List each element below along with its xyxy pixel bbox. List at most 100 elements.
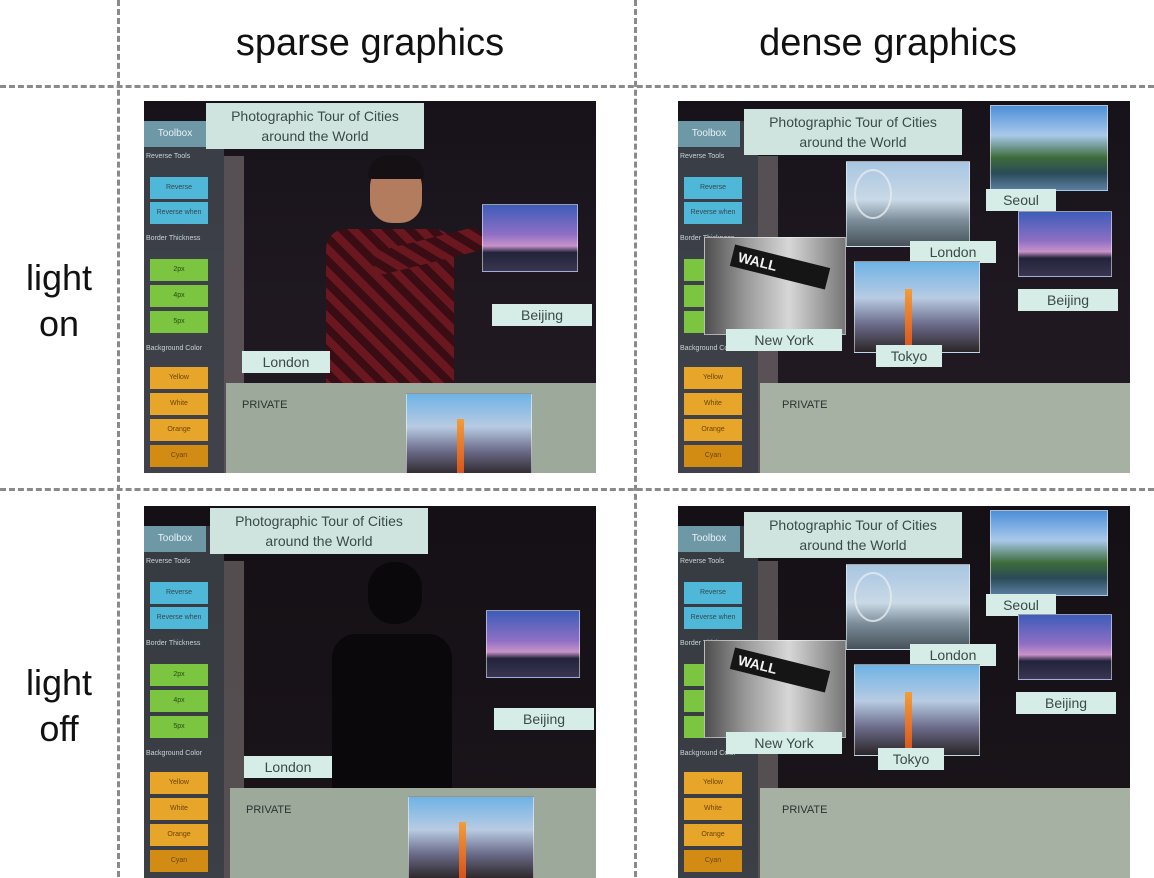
photo-beijing[interactable] — [486, 610, 580, 678]
toolbox-title: Toolbox — [678, 121, 740, 147]
color-orange-button[interactable]: Orange — [684, 824, 742, 846]
title-card[interactable]: Photographic Tour of Cities around the W… — [744, 512, 962, 558]
section-reverse-tools: Reverse Tools — [680, 558, 725, 565]
thickness-2px-button[interactable]: 2px — [150, 664, 208, 686]
photo-new-york[interactable]: WALL — [704, 237, 846, 335]
photo-london[interactable] — [846, 564, 970, 650]
label-beijing[interactable]: Beijing — [492, 304, 592, 326]
photo-beijing[interactable] — [1018, 614, 1112, 680]
section-background-color: Background Color — [146, 345, 203, 352]
reverse-when-side-button[interactable]: Reverse when side — [684, 202, 742, 238]
section-reverse-tools: Reverse Tools — [146, 153, 191, 160]
column-header-dense: dense graphics — [759, 22, 1017, 64]
color-orange-button[interactable]: Orange — [150, 419, 208, 441]
wall-street-sign: WALL — [729, 244, 831, 290]
photo-beijing[interactable] — [1018, 211, 1112, 277]
color-white-button[interactable]: White — [150, 393, 208, 415]
label-tokyo[interactable]: Tokyo — [878, 748, 944, 770]
color-yellow-button[interactable]: Yellow — [150, 772, 208, 794]
private-area[interactable] — [760, 383, 1130, 473]
color-orange-button[interactable]: Orange — [150, 824, 208, 846]
reverse-when-side-button[interactable]: Reverse when side — [150, 202, 208, 238]
person-silhouette-head — [368, 562, 422, 624]
photo-seoul[interactable] — [990, 510, 1108, 596]
photo-tokyo[interactable] — [406, 393, 532, 473]
color-white-button[interactable]: White — [150, 798, 208, 820]
reverse-button[interactable]: Reverse — [150, 177, 208, 199]
panel-sparse-light-off: Toolbox Reverse Tools Reverse Reverse wh… — [144, 506, 596, 878]
label-new-york[interactable]: New York — [726, 329, 842, 351]
person-silhouette — [332, 634, 452, 794]
thickness-5px-button[interactable]: 5px — [150, 716, 208, 738]
private-label: PRIVATE — [246, 804, 292, 816]
title-line1: Photographic Tour of Cities — [769, 114, 937, 130]
photo-seoul[interactable] — [990, 105, 1108, 191]
color-cyan-button[interactable]: Cyan — [150, 850, 208, 872]
color-white-button[interactable]: White — [684, 393, 742, 415]
toolbox-title: Toolbox — [144, 526, 206, 552]
title-line2: around the World — [261, 128, 369, 144]
reverse-when-side-button[interactable]: Reverse when side — [684, 607, 742, 643]
panel-dense-light-off: Toolbox Reverse Tools Reverse Reverse wh… — [678, 506, 1130, 878]
private-area[interactable] — [760, 788, 1130, 878]
color-yellow-button[interactable]: Yellow — [684, 772, 742, 794]
wall-street-sign: WALL — [729, 647, 831, 693]
title-line2: around the World — [799, 537, 907, 553]
section-border-thickness: Border Thickness — [146, 640, 201, 647]
color-yellow-button[interactable]: Yellow — [684, 367, 742, 389]
reverse-button[interactable]: Reverse — [684, 582, 742, 604]
thickness-4px-button[interactable]: 4px — [150, 690, 208, 712]
color-cyan-button[interactable]: Cyan — [150, 445, 208, 467]
label-london[interactable]: London — [910, 644, 996, 666]
label-beijing[interactable]: Beijing — [1016, 692, 1116, 714]
label-new-york[interactable]: New York — [726, 732, 842, 754]
private-label: PRIVATE — [242, 399, 288, 411]
color-yellow-button[interactable]: Yellow — [150, 367, 208, 389]
thickness-5px-button[interactable]: 5px — [150, 311, 208, 333]
photo-tokyo[interactable] — [854, 261, 980, 353]
label-seoul[interactable]: Seoul — [986, 189, 1056, 211]
label-beijing[interactable]: Beijing — [494, 708, 594, 730]
reverse-button[interactable]: Reverse — [684, 177, 742, 199]
grid-divider-vertical-middle — [634, 0, 637, 877]
title-card[interactable]: Photographic Tour of Cities around the W… — [210, 508, 428, 554]
toolbox-title: Toolbox — [678, 526, 740, 552]
section-background-color: Background Color — [146, 750, 203, 757]
label-london[interactable]: London — [244, 756, 332, 778]
photo-london[interactable] — [846, 161, 970, 247]
row-header-light-on: light on — [0, 255, 118, 347]
photo-tokyo[interactable] — [854, 664, 980, 756]
section-border-thickness: Border Thickness — [146, 235, 201, 242]
thickness-4px-button[interactable]: 4px — [150, 285, 208, 307]
private-label: PRIVATE — [782, 399, 828, 411]
title-card[interactable]: Photographic Tour of Cities around the W… — [744, 109, 962, 155]
row-header-light-off-line2: off — [39, 708, 79, 749]
section-reverse-tools: Reverse Tools — [146, 558, 191, 565]
color-cyan-button[interactable]: Cyan — [684, 850, 742, 872]
toolbox: Toolbox Reverse Tools Reverse Reverse wh… — [144, 526, 224, 878]
color-cyan-button[interactable]: Cyan — [684, 445, 742, 467]
label-london[interactable]: London — [242, 351, 330, 373]
label-beijing[interactable]: Beijing — [1018, 289, 1118, 311]
photo-new-york[interactable]: WALL — [704, 640, 846, 738]
photo-tokyo[interactable] — [408, 796, 534, 878]
title-card[interactable]: Photographic Tour of Cities around the W… — [206, 103, 424, 149]
panel-dense-light-on: Toolbox Reverse Tools Reverse Reverse wh… — [678, 101, 1130, 473]
thickness-2px-button[interactable]: 2px — [150, 259, 208, 281]
color-orange-button[interactable]: Orange — [684, 419, 742, 441]
label-london[interactable]: London — [910, 241, 996, 263]
reverse-when-side-button[interactable]: Reverse when side — [150, 607, 208, 643]
row-header-light-on-line2: on — [38, 303, 80, 344]
photo-beijing[interactable] — [482, 204, 578, 272]
row-header-light-on-line1: light — [25, 257, 93, 298]
person-hair — [368, 155, 424, 179]
toolbox-title: Toolbox — [144, 121, 206, 147]
grid-divider-horizontal-top — [0, 85, 1154, 88]
section-reverse-tools: Reverse Tools — [680, 153, 725, 160]
label-seoul[interactable]: Seoul — [986, 594, 1056, 616]
color-white-button[interactable]: White — [684, 798, 742, 820]
reverse-button[interactable]: Reverse — [150, 582, 208, 604]
grid-divider-horizontal-middle — [0, 488, 1154, 491]
row-header-light-off: light off — [0, 660, 118, 752]
label-tokyo[interactable]: Tokyo — [876, 345, 942, 367]
